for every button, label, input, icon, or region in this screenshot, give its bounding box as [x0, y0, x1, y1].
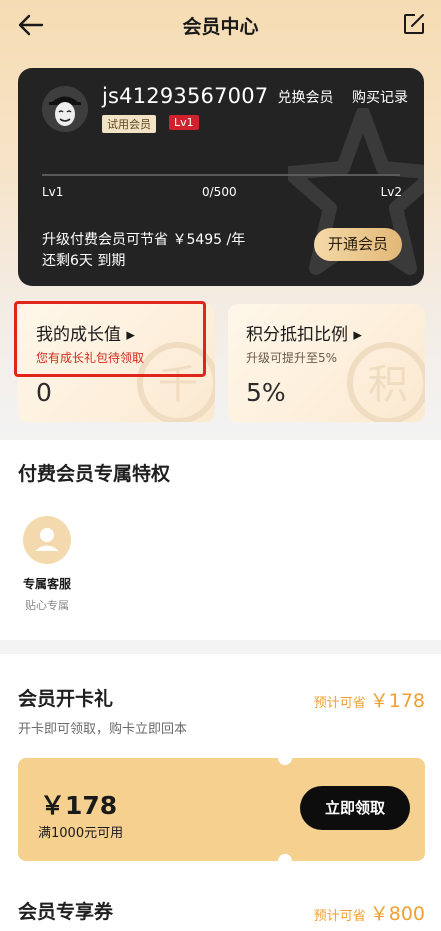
mask-avatar-icon	[42, 86, 88, 132]
growth-value: 0	[36, 378, 52, 407]
points-deduction-tile[interactable]: 积 积分抵扣比例 ▸ 升级可提升至5% 5%	[228, 304, 425, 422]
privilege-sub: 贴心专属	[25, 599, 69, 612]
coupon-amount: ￥178	[40, 791, 118, 820]
estimate-label: 预计可省	[313, 909, 366, 924]
username: js41293567007	[102, 84, 269, 108]
exclusive-coupons-estimate: 预计可省 ￥800	[314, 899, 425, 926]
claim-coupon-button[interactable]: 立即领取	[300, 786, 410, 830]
expiry-text: 还剩6天 到期	[42, 253, 126, 269]
exchange-membership-link[interactable]: 兑换会员	[278, 90, 334, 106]
purchase-records-link[interactable]: 购买记录	[352, 90, 408, 106]
privileges-title: 付费会员专属特权	[18, 463, 171, 485]
points-deduction-value: 5%	[246, 378, 286, 407]
privilege-label: 专属客服	[22, 577, 71, 591]
estimate-value: ￥178	[369, 690, 425, 712]
page-title: 会员中心	[182, 16, 259, 38]
progress-text: 0/500	[202, 185, 237, 199]
level-start-label: Lv1	[42, 185, 64, 199]
card-gift-subtitle: 开卡即可领取，购卡立即回本	[18, 722, 188, 737]
open-membership-button[interactable]: 开通会员	[314, 228, 402, 261]
points-deduction-title: 积分抵扣比例 ▸	[246, 325, 362, 345]
edit-icon[interactable]	[402, 12, 426, 36]
level-badge: Lv1	[169, 115, 199, 130]
avatar[interactable]	[42, 86, 88, 132]
upgrade-savings-text: 升级付费会员可节省 ￥5495 /年	[42, 232, 246, 248]
exclusive-coupons-title: 会员专享券	[18, 901, 114, 923]
trial-member-badge: 试用会员	[102, 115, 156, 133]
svg-text:积: 积	[368, 362, 408, 408]
points-watermark-icon: 积	[347, 342, 425, 422]
growth-progress-bar	[42, 174, 400, 176]
card-gift-estimate: 预计可省 ￥178	[314, 686, 425, 713]
membership-card: js41293567007 试用会员 Lv1 兑换会员 购买记录 Lv1 0/5…	[18, 68, 424, 286]
card-gift-title: 会员开卡礼	[18, 688, 114, 710]
user-icon[interactable]	[23, 516, 71, 564]
coupon-notch-bottom	[278, 854, 292, 868]
points-upgrade-hint: 升级可提升至5%	[246, 351, 338, 365]
estimate-value: ￥800	[369, 903, 425, 925]
level-next-label: Lv2	[380, 185, 402, 199]
estimate-label: 预计可省	[313, 696, 366, 711]
coupon-notch-top	[278, 751, 292, 765]
coupon-condition: 满1000元可用	[38, 826, 124, 841]
highlight-box	[14, 301, 206, 377]
